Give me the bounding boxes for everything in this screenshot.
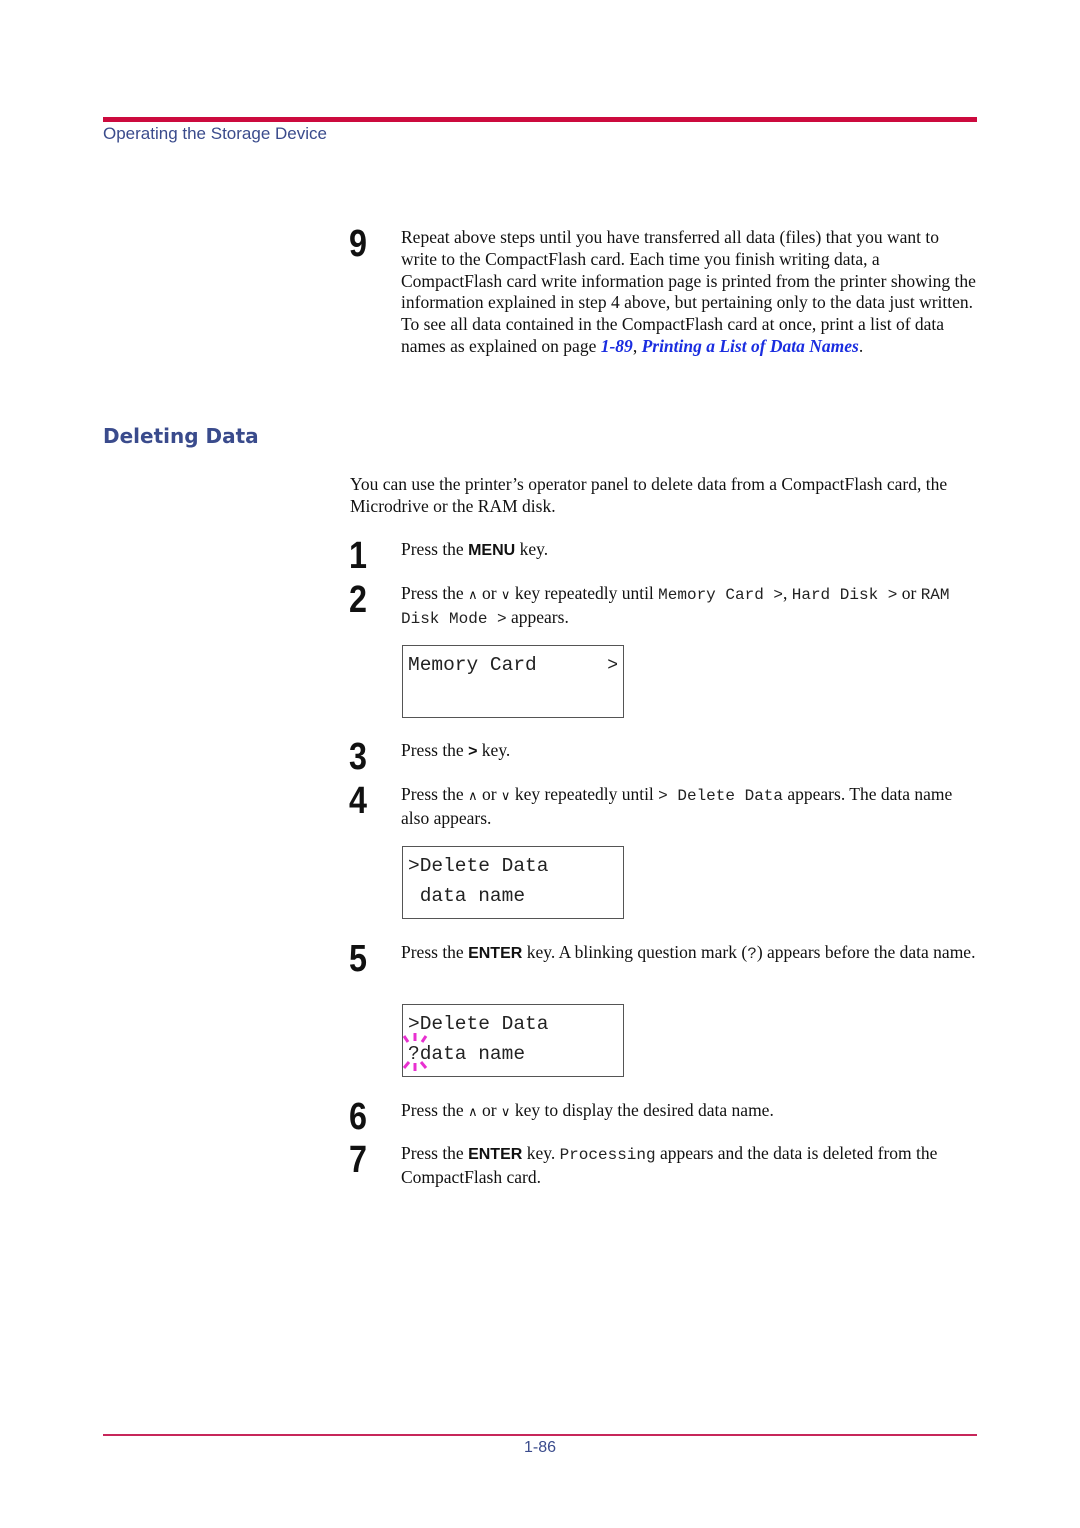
header-rule [103, 117, 977, 122]
up-arrow-icon: ∧ [468, 588, 478, 603]
step-number: 3 [349, 736, 367, 778]
up-arrow-icon: ∧ [468, 789, 478, 804]
step-number: 1 [349, 535, 367, 577]
menu-key-label: MENU [468, 542, 516, 559]
lcd-line-1: Memory Card [408, 654, 537, 676]
step-text: Repeat above steps until you have transf… [401, 227, 976, 356]
processing-message: Processing [559, 1146, 656, 1164]
section-heading: Deleting Data [103, 424, 259, 448]
step-text: Press the MENU key. [401, 539, 549, 559]
running-header: Operating the Storage Device [103, 124, 327, 143]
step-number: 7 [349, 1139, 367, 1181]
step-number: 5 [349, 938, 367, 980]
menu-delete-data: > Delete Data [658, 787, 783, 805]
step-number: 4 [349, 780, 367, 822]
down-arrow-icon: ∨ [500, 1105, 511, 1120]
step-number: 2 [349, 579, 367, 621]
step-text: Press the > key. [401, 740, 511, 760]
step-number: 9 [349, 223, 367, 265]
lcd-display-confirm-delete: >Delete Data ?data name [402, 1004, 624, 1077]
blink-indicator-icon [402, 1033, 428, 1071]
menu-memory-card: Memory Card > [658, 586, 783, 604]
right-arrow-icon: > [607, 656, 618, 676]
enter-key-label: ENTER [468, 945, 523, 962]
down-arrow-icon: ∨ [500, 588, 511, 603]
lcd-display-memory-card: Memory Card > [402, 645, 624, 718]
step-text: Press the ENTER key. Processing appears … [401, 1143, 938, 1187]
step-text: Press the ENTER key. A blinking question… [401, 942, 976, 963]
page-number: 1-86 [523, 1439, 557, 1456]
menu-hard-disk: Hard Disk > [791, 586, 898, 604]
up-arrow-icon: ∧ [468, 1105, 478, 1120]
section-intro: You can use the printer’s operator panel… [350, 474, 948, 516]
down-arrow-icon: ∨ [500, 789, 511, 804]
footer-rule [103, 1434, 977, 1436]
enter-key-label: ENTER [468, 1146, 523, 1163]
step-text: Press the ∧ or ∨ key to display the desi… [401, 1100, 976, 1124]
page-link[interactable]: 1-89 [601, 336, 633, 356]
lcd-line-1: >Delete Data [408, 855, 549, 877]
step-number: 6 [349, 1096, 367, 1138]
step-text: Press the ∧ or ∨ key repeatedly until > … [401, 784, 953, 828]
step-text: Press the ∧ or ∨ key repeatedly until Me… [401, 583, 950, 628]
section-link[interactable]: Printing a List of Data Names [642, 336, 859, 356]
lcd-line-2: data name [408, 885, 526, 907]
question-mark: ? [747, 945, 757, 963]
lcd-display-delete-data: >Delete Data data name [402, 846, 624, 919]
